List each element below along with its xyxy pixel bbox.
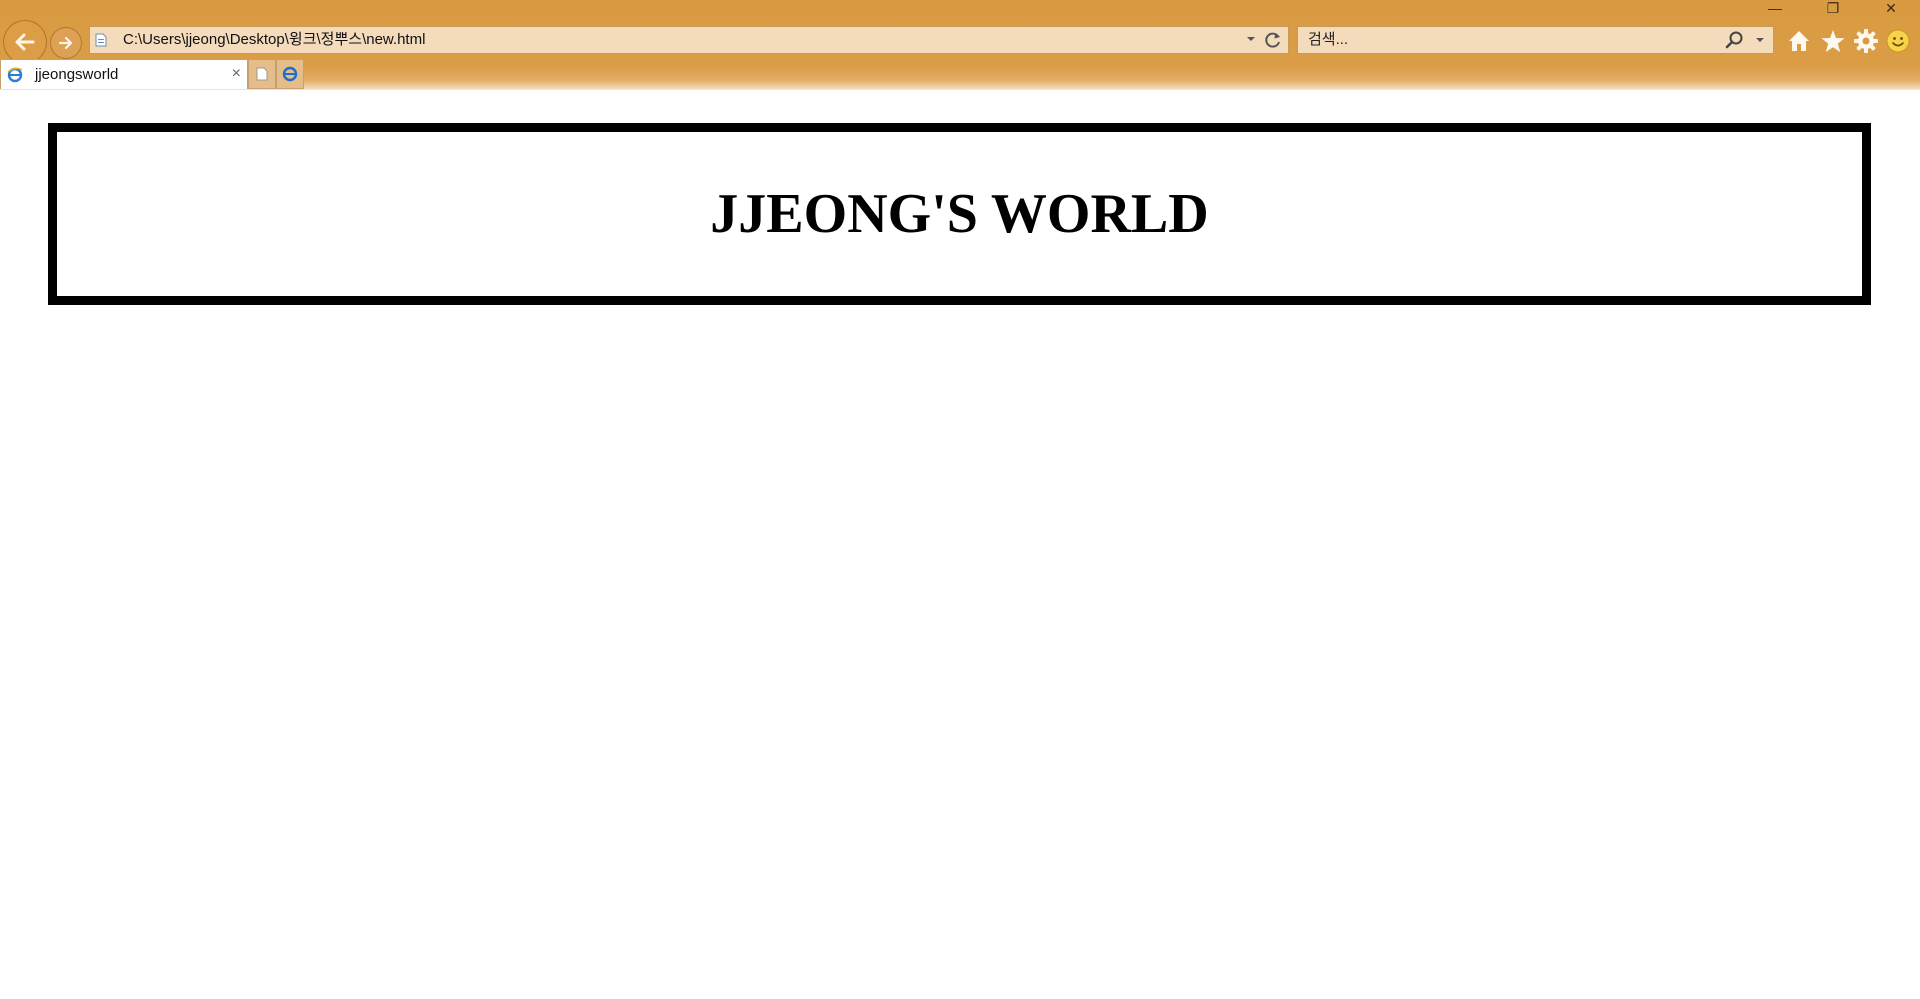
page-heading: JJEONG'S WORLD bbox=[710, 183, 1209, 245]
tab-title: jjeongsworld bbox=[35, 66, 119, 83]
smiley-icon bbox=[1886, 29, 1910, 53]
new-tab-icon bbox=[256, 67, 268, 81]
close-window-button[interactable]: ✕ bbox=[1862, 0, 1920, 16]
search-icon[interactable] bbox=[1725, 30, 1745, 50]
settings-button[interactable] bbox=[1851, 26, 1881, 56]
home-button[interactable] bbox=[1784, 26, 1814, 56]
edge-icon bbox=[282, 66, 298, 82]
home-icon bbox=[1789, 31, 1809, 51]
tab-jjeongsworld[interactable]: jjeongsworld × bbox=[0, 59, 248, 89]
browser-chrome: — ❐ ✕ C:\Users\jjeong\Desktop\윙크\정뿌스\new… bbox=[0, 0, 1920, 90]
minimize-button[interactable]: — bbox=[1746, 0, 1804, 16]
back-button[interactable] bbox=[3, 20, 47, 64]
header-banner: JJEONG'S WORLD bbox=[48, 123, 1871, 305]
back-arrow-icon bbox=[15, 33, 35, 51]
favorites-button[interactable] bbox=[1818, 26, 1848, 56]
gear-icon bbox=[1854, 29, 1878, 53]
new-tab-button[interactable] bbox=[248, 59, 276, 89]
search-placeholder[interactable]: 검색... bbox=[1308, 27, 1348, 53]
search-box[interactable]: 검색... bbox=[1297, 26, 1774, 54]
ie-icon bbox=[7, 67, 23, 83]
search-dropdown-icon[interactable] bbox=[1755, 36, 1765, 44]
edge-button[interactable] bbox=[276, 59, 304, 89]
feedback-button[interactable] bbox=[1883, 26, 1913, 56]
star-icon bbox=[1821, 30, 1845, 52]
restore-button[interactable]: ❐ bbox=[1804, 0, 1862, 16]
address-bar[interactable]: C:\Users\jjeong\Desktop\윙크\정뿌스\new.html bbox=[89, 26, 1289, 54]
page-icon bbox=[95, 33, 107, 47]
dropdown-icon[interactable] bbox=[1246, 35, 1256, 43]
forward-button[interactable] bbox=[50, 27, 82, 59]
close-tab-button[interactable]: × bbox=[232, 66, 241, 82]
forward-arrow-icon bbox=[58, 36, 73, 50]
window-controls: — ❐ ✕ bbox=[1746, 0, 1920, 16]
refresh-icon[interactable] bbox=[1262, 29, 1284, 51]
address-url[interactable]: C:\Users\jjeong\Desktop\윙크\정뿌스\new.html bbox=[123, 27, 425, 53]
